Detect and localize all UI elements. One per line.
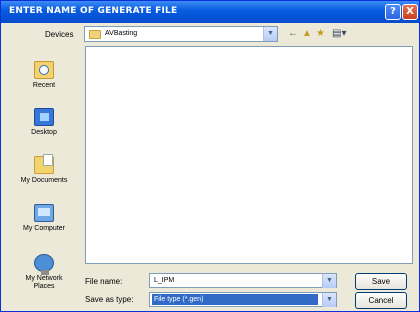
my-computer-icon — [34, 204, 54, 222]
look-in-dropdown[interactable]: AVBasting ▼ — [84, 26, 278, 42]
save-as-type-value: File type (*.gen) — [152, 294, 318, 305]
desktop-icon — [34, 108, 54, 126]
place-my-computer[interactable]: My Computer — [19, 204, 69, 233]
recent-documents-icon — [34, 61, 54, 79]
place-desktop[interactable]: Desktop — [19, 108, 69, 137]
up-one-level-icon[interactable]: ▲ — [302, 27, 312, 41]
back-arrow-icon[interactable]: ← — [288, 27, 298, 41]
place-my-documents[interactable]: My Documents — [19, 154, 69, 185]
my-documents-icon — [34, 154, 54, 174]
new-folder-icon[interactable]: ★ — [316, 27, 325, 41]
chevron-down-icon[interactable]: ▼ — [263, 27, 277, 41]
window-title: ENTER NAME OF GENERATE FILE — [9, 6, 178, 16]
cancel-button[interactable]: Cancel — [355, 292, 407, 309]
views-menu-icon[interactable]: ▤▾ — [332, 27, 346, 41]
chevron-down-icon[interactable]: ▼ — [322, 274, 336, 288]
place-my-network[interactable]: My Network Places — [19, 254, 69, 291]
place-label: My Network Places — [25, 275, 63, 290]
place-label: My Computer — [22, 225, 65, 232]
place-label: My Documents — [20, 177, 68, 184]
file-name-input[interactable]: L_IPM ▼ — [149, 273, 337, 288]
place-label: Desktop — [31, 129, 57, 136]
save-as-type-dropdown[interactable]: File type (*.gen) ▼ — [149, 292, 337, 307]
file-name-label: File name: — [85, 277, 123, 286]
places-bar: Recent Desktop My Documents My Computer … — [19, 49, 69, 304]
file-name-value: L_IPM — [154, 277, 175, 284]
folder-icon — [89, 30, 101, 39]
title-bar[interactable]: ENTER NAME OF GENERATE FILE ? X — [1, 1, 419, 23]
look-in-value: AVBasting — [105, 30, 138, 37]
save-as-type-label: Save as type: — [85, 295, 134, 304]
place-recent[interactable]: Recent — [19, 61, 69, 90]
close-button[interactable]: X — [402, 4, 418, 20]
file-list-pane[interactable] — [85, 46, 413, 264]
network-places-icon — [34, 254, 54, 275]
save-button[interactable]: Save — [355, 273, 407, 290]
place-label: Recent — [32, 82, 56, 89]
help-button[interactable]: ? — [385, 4, 401, 20]
look-in-label: Devices — [45, 30, 74, 39]
save-dialog-window: ENTER NAME OF GENERATE FILE ? X Devices … — [0, 0, 420, 312]
chevron-down-icon[interactable]: ▼ — [322, 293, 336, 307]
